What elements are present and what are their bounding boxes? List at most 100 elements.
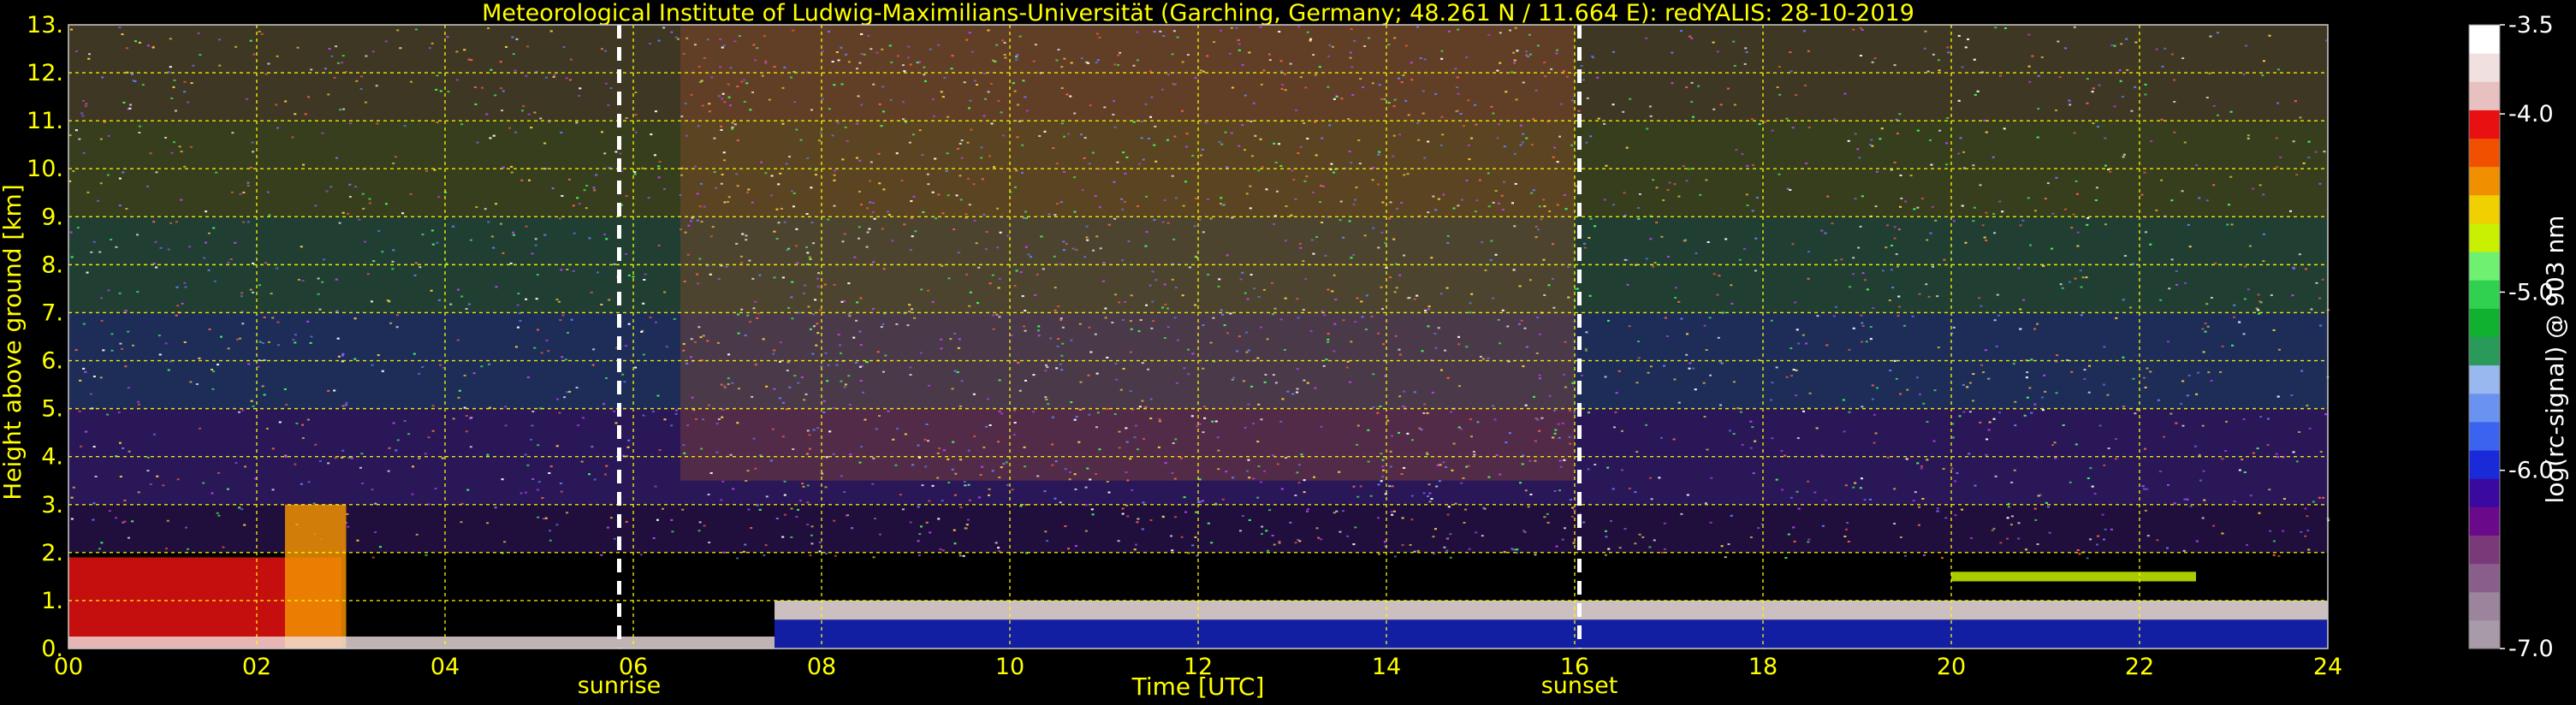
noise-dot xyxy=(510,171,513,174)
noise-dot xyxy=(1962,411,1966,413)
noise-dot xyxy=(1468,158,1471,161)
noise-dot xyxy=(100,297,104,299)
noise-dot xyxy=(2318,297,2322,299)
noise-dot xyxy=(1147,368,1150,370)
noise-dot xyxy=(249,39,252,42)
noise-dot xyxy=(1784,557,1788,560)
noise-dot xyxy=(1012,434,1016,436)
noise-dot xyxy=(707,493,710,495)
noise-dot xyxy=(1945,163,1949,166)
noise-dot xyxy=(1604,376,1607,378)
noise-dot xyxy=(1378,84,1381,86)
noise-dot xyxy=(751,277,755,280)
noise-dot xyxy=(1199,154,1202,157)
noise-dot xyxy=(1321,222,1324,224)
noise-dot xyxy=(1469,418,1472,420)
noise-dot xyxy=(1286,390,1290,393)
noise-dot xyxy=(1565,75,1569,78)
noise-dot xyxy=(1059,317,1063,320)
noise-dot xyxy=(2201,424,2205,427)
noise-dot xyxy=(110,333,114,335)
noise-dot xyxy=(1321,137,1324,139)
noise-dot xyxy=(1523,327,1527,329)
noise-dot xyxy=(867,34,870,37)
noise-dot xyxy=(1191,352,1195,355)
noise-dot xyxy=(754,467,757,470)
noise-dot xyxy=(868,180,871,182)
noise-dot xyxy=(212,370,216,373)
noise-dot xyxy=(134,40,137,43)
noise-dot xyxy=(860,104,864,106)
noise-dot xyxy=(715,187,718,189)
noise-dot xyxy=(258,359,261,362)
noise-dot xyxy=(516,304,519,306)
noise-dot xyxy=(1648,477,1652,479)
noise-dot xyxy=(747,188,751,191)
noise-dot xyxy=(2046,182,2050,185)
noise-dot xyxy=(1611,488,1615,490)
noise-dot xyxy=(2098,84,2101,86)
noise-dot xyxy=(84,105,87,108)
noise-dot xyxy=(1250,155,1254,157)
y-tick-label: 7. xyxy=(41,299,63,326)
noise-dot xyxy=(1019,505,1023,507)
noise-dot xyxy=(261,385,264,388)
noise-dot xyxy=(2184,281,2187,284)
noise-dot xyxy=(1257,296,1261,299)
noise-dot xyxy=(2134,41,2138,44)
noise-dot xyxy=(540,352,543,354)
noise-dot xyxy=(1533,395,1536,398)
noise-dot xyxy=(2202,470,2205,472)
noise-dot xyxy=(421,234,424,236)
noise-dot xyxy=(1618,547,1622,549)
noise-dot xyxy=(1896,315,1900,317)
noise-dot xyxy=(698,521,702,524)
noise-dot xyxy=(92,518,95,521)
noise-dot xyxy=(1382,343,1386,346)
noise-dot xyxy=(988,488,991,490)
noise-dot xyxy=(1257,465,1261,468)
noise-dot xyxy=(567,178,571,181)
noise-dot xyxy=(909,366,912,369)
noise-dot xyxy=(1655,222,1659,224)
colorbar-swatch xyxy=(2469,308,2500,337)
noise-dot xyxy=(1133,436,1137,439)
noise-dot xyxy=(341,62,344,64)
noise-dot xyxy=(121,33,124,36)
noise-dot xyxy=(128,107,132,110)
noise-dot xyxy=(1961,204,1964,207)
noise-dot xyxy=(1217,468,1220,471)
noise-dot xyxy=(2205,303,2209,305)
noise-dot xyxy=(729,453,733,456)
noise-dot xyxy=(1249,120,1253,122)
noise-dot xyxy=(1449,556,1452,559)
noise-dot xyxy=(310,335,313,338)
noise-dot xyxy=(1278,31,1281,33)
noise-dot xyxy=(746,314,750,317)
noise-dot xyxy=(560,132,563,134)
noise-dot xyxy=(2149,243,2152,246)
noise-dot xyxy=(972,393,976,395)
noise-dot xyxy=(1182,204,1185,207)
noise-dot xyxy=(1738,258,1742,261)
noise-dot xyxy=(1140,120,1143,122)
noise-dot xyxy=(1844,484,1848,487)
noise-dot xyxy=(1440,50,1444,52)
noise-dot xyxy=(1207,273,1210,275)
noise-dot xyxy=(1145,304,1149,306)
noise-dot xyxy=(1663,364,1666,367)
noise-dot xyxy=(639,554,643,556)
noise-dot xyxy=(1137,330,1141,333)
noise-dot xyxy=(919,525,923,528)
noise-dot xyxy=(2095,543,2098,546)
noise-dot xyxy=(975,242,978,245)
noise-dot xyxy=(1544,75,1547,78)
noise-dot xyxy=(1126,515,1130,518)
noise-dot xyxy=(304,113,307,116)
noise-dot xyxy=(1433,528,1437,530)
noise-dot xyxy=(1059,263,1062,265)
noise-dot xyxy=(2249,495,2253,497)
noise-dot xyxy=(716,341,720,344)
noise-dot xyxy=(1367,460,1370,463)
noise-dot xyxy=(1395,287,1398,289)
